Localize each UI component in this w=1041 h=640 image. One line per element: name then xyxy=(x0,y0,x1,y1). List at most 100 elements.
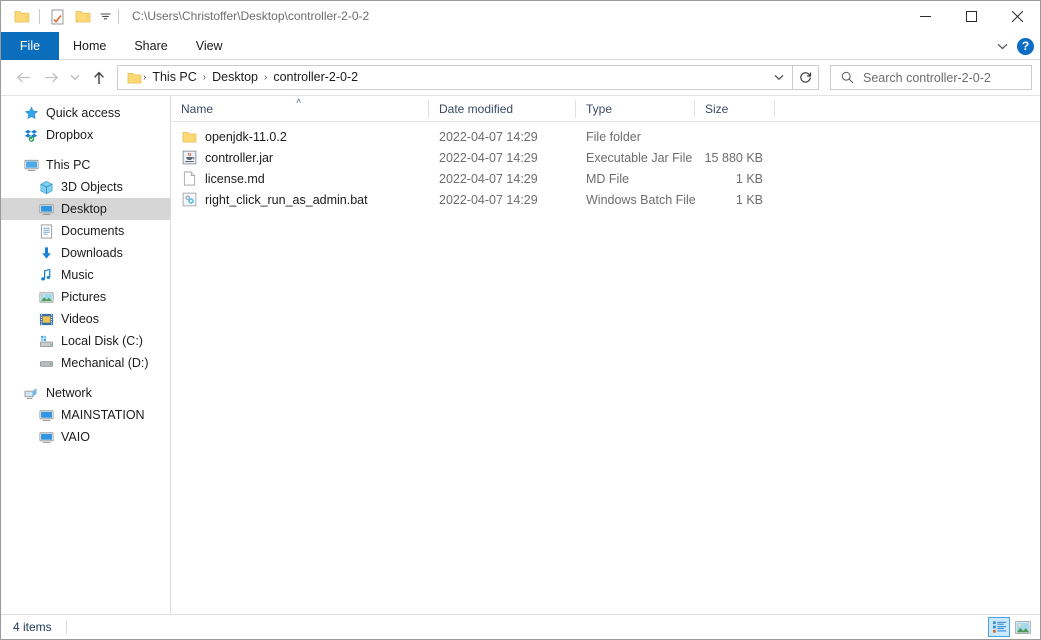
search-input[interactable]: Search controller-2-0-2 xyxy=(830,65,1032,90)
tab-file[interactable]: File xyxy=(1,32,59,60)
address-bar: › This PC › Desktop › controller-2-0-2 S… xyxy=(1,60,1040,95)
large-icons-view-button[interactable] xyxy=(1012,617,1034,637)
file-type-cell: Executable Jar File xyxy=(586,150,693,165)
quick-access-toolbar xyxy=(1,1,123,32)
toolbar-separator-2 xyxy=(118,9,119,24)
tab-share[interactable]: Share xyxy=(120,32,181,60)
up-button[interactable] xyxy=(85,64,113,92)
sidebar-item-desktop[interactable]: Desktop xyxy=(1,198,170,220)
documents-icon xyxy=(38,223,54,239)
close-button[interactable] xyxy=(994,1,1040,32)
new-folder-icon[interactable] xyxy=(70,5,96,29)
table-row[interactable]: openjdk-11.0.2 2022-04-07 14:29 File fol… xyxy=(171,126,1040,147)
sidebar-item-3d-objects[interactable]: 3D Objects xyxy=(1,176,170,198)
back-button[interactable] xyxy=(9,64,37,92)
view-mode-buttons xyxy=(988,617,1034,637)
address-dropdown-icon[interactable] xyxy=(770,66,788,89)
file-name-cell: right_click_run_as_admin.bat xyxy=(171,189,429,210)
sidebar-item-documents[interactable]: Documents xyxy=(1,220,170,242)
desktop-icon xyxy=(38,201,54,217)
download-icon xyxy=(38,245,54,261)
sidebar-label: Quick access xyxy=(46,106,121,120)
column-headers: Name ˄ Date modified Type Size xyxy=(171,96,1040,122)
search-placeholder: Search controller-2-0-2 xyxy=(863,70,991,85)
file-date-cell: 2022-04-07 14:29 xyxy=(439,192,538,207)
column-header-size[interactable]: Size xyxy=(695,96,775,122)
dropbox-icon xyxy=(23,127,39,143)
monitor-icon xyxy=(23,157,39,173)
sidebar-item-vaio[interactable]: VAIO xyxy=(1,426,170,448)
file-type-cell: MD File xyxy=(586,171,630,186)
sidebar-label: Music xyxy=(61,268,94,282)
drive-icon xyxy=(38,355,54,371)
ribbon-collapse-chevron-icon[interactable] xyxy=(993,37,1011,55)
column-label: Name xyxy=(181,102,214,116)
navigation-pane: Quick access Dropbox This PC 3D Objects … xyxy=(1,96,171,614)
address-path-box[interactable]: › This PC › Desktop › controller-2-0-2 xyxy=(117,65,793,90)
chevron-down-icon[interactable] xyxy=(96,5,114,29)
network-icon xyxy=(23,385,39,401)
properties-icon[interactable] xyxy=(44,5,70,29)
file-size-cell: 1 KB xyxy=(735,171,763,186)
folder-icon[interactable] xyxy=(9,5,35,29)
refresh-button[interactable] xyxy=(793,65,819,90)
column-header-date-modified[interactable]: Date modified xyxy=(429,96,576,122)
details-view-button[interactable] xyxy=(988,617,1010,637)
file-date-cell: 2022-04-07 14:29 xyxy=(439,129,538,144)
sidebar-item-mainstation[interactable]: MAINSTATION xyxy=(1,404,170,426)
sidebar-item-videos[interactable]: Videos xyxy=(1,308,170,330)
videos-icon xyxy=(38,311,54,327)
file-name: right_click_run_as_admin.bat xyxy=(205,192,368,207)
sidebar-item-downloads[interactable]: Downloads xyxy=(1,242,170,264)
help-button[interactable]: ? xyxy=(1017,37,1034,55)
file-name: openjdk-11.0.2 xyxy=(205,129,287,144)
file-size-cell xyxy=(695,126,775,147)
sidebar-label: Pictures xyxy=(61,290,107,304)
forward-button[interactable] xyxy=(37,64,65,92)
file-type-cell: Windows Batch File xyxy=(586,192,695,207)
breadcrumb-controller[interactable]: controller-2-0-2 xyxy=(268,66,363,89)
sidebar-group-gap-1 xyxy=(1,146,170,154)
sidebar-item-this-pc[interactable]: This PC xyxy=(1,154,170,176)
file-date-cell: 2022-04-07 14:29 xyxy=(439,171,538,186)
table-row[interactable]: right_click_run_as_admin.bat 2022-04-07 … xyxy=(171,189,1040,210)
sidebar-label: Mechanical (D:) xyxy=(61,356,149,370)
sidebar-item-network[interactable]: Network xyxy=(1,382,170,404)
file-name-cell: controller.jar xyxy=(171,147,429,168)
file-size-cell: 1 KB xyxy=(735,192,763,207)
sidebar-label: Dropbox xyxy=(46,128,94,142)
sidebar-label: Network xyxy=(46,386,92,400)
breadcrumb-this-pc[interactable]: This PC xyxy=(147,66,201,89)
sidebar-item-dropbox[interactable]: Dropbox xyxy=(1,124,170,146)
computer-icon xyxy=(38,429,54,445)
file-name: controller.jar xyxy=(205,150,274,165)
sidebar-label: Local Disk (C:) xyxy=(61,334,143,348)
recent-locations-button[interactable] xyxy=(65,64,85,92)
sidebar-item-quick-access[interactable]: Quick access xyxy=(1,102,170,124)
address-folder-icon xyxy=(126,70,142,86)
minimize-button[interactable] xyxy=(902,1,948,32)
breadcrumb-desktop[interactable]: Desktop xyxy=(207,66,263,89)
column-header-type[interactable]: Type xyxy=(576,96,695,122)
sidebar-item-mechanical-d[interactable]: Mechanical (D:) xyxy=(1,352,170,374)
title-bar: C:\Users\Christoffer\Desktop\controller-… xyxy=(1,1,1040,32)
tab-home[interactable]: Home xyxy=(59,32,120,60)
file-rows: openjdk-11.0.2 2022-04-07 14:29 File fol… xyxy=(171,122,1040,614)
computer-icon xyxy=(38,407,54,423)
table-row[interactable]: controller.jar 2022-04-07 14:29 Executab… xyxy=(171,147,1040,168)
sidebar-item-local-disk-c[interactable]: Local Disk (C:) xyxy=(1,330,170,352)
column-header-name[interactable]: Name ˄ xyxy=(171,96,429,122)
sidebar-item-music[interactable]: Music xyxy=(1,264,170,286)
tab-view[interactable]: View xyxy=(182,32,237,60)
pictures-icon xyxy=(38,289,54,305)
sidebar-label: VAIO xyxy=(61,430,90,444)
status-divider xyxy=(65,620,67,634)
jar-icon xyxy=(181,150,197,166)
table-row[interactable]: license.md 2022-04-07 14:29 MD File 1 KB xyxy=(171,168,1040,189)
maximize-button[interactable] xyxy=(948,1,994,32)
sidebar-item-pictures[interactable]: Pictures xyxy=(1,286,170,308)
sidebar-label: This PC xyxy=(46,158,91,172)
sidebar-label: Videos xyxy=(61,312,99,326)
status-bar: 4 items xyxy=(1,614,1040,639)
star-icon xyxy=(23,105,39,121)
